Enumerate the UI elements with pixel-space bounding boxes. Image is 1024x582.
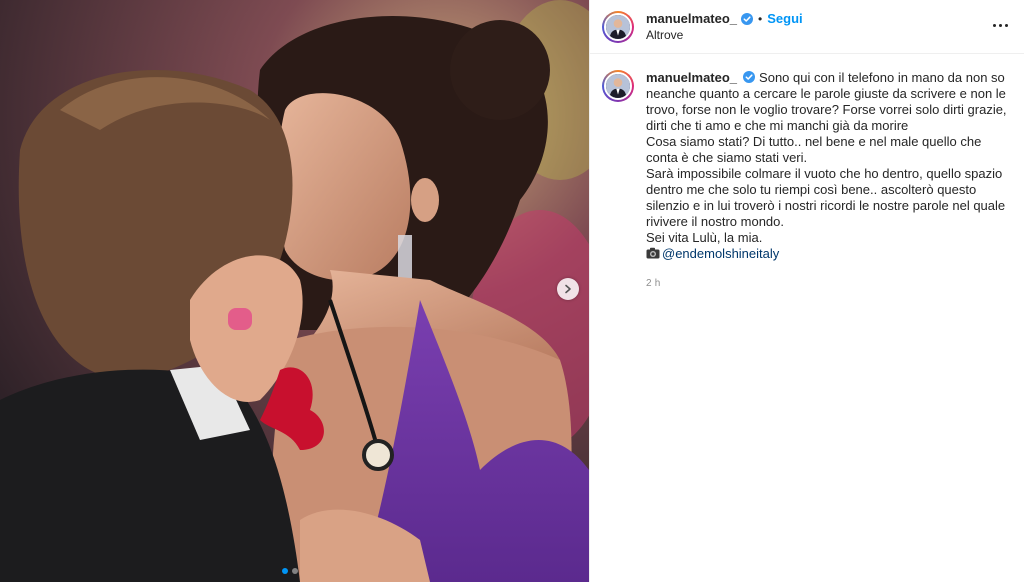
- location-link[interactable]: Altrove: [646, 28, 803, 42]
- caption-block: manuelmateo_ Sono qui con il telefono in …: [590, 54, 1024, 292]
- profile-picture: [606, 14, 630, 39]
- caption-line: Sei vita Lulù, la mia.: [646, 230, 763, 245]
- more-options-icon[interactable]: [988, 13, 1012, 37]
- caption-avatar[interactable]: [602, 70, 634, 102]
- avatar[interactable]: [602, 10, 634, 43]
- verified-badge-icon: [741, 12, 754, 25]
- caption-line: Cosa siamo stati? Di tutto.. nel bene e …: [646, 134, 982, 165]
- credit-mention-link[interactable]: @endemolshineitaly: [662, 246, 779, 261]
- carousel-dot: [292, 568, 298, 574]
- photo-credit: @endemolshineitaly: [646, 246, 1012, 262]
- post-timestamp[interactable]: 2 h: [646, 276, 1012, 292]
- chevron-right-icon: [565, 284, 571, 294]
- follow-button[interactable]: Segui: [767, 11, 802, 26]
- post-photo: [0, 0, 589, 582]
- post-header: manuelmateo_ • Segui Altrove: [590, 0, 1024, 54]
- carousel-dot-active: [282, 568, 288, 574]
- caption-line: Sarà impossibile colmare il vuoto che ho…: [646, 166, 1006, 229]
- verified-badge-icon: [743, 71, 756, 83]
- camera-emoji-icon: [646, 247, 660, 259]
- separator-bullet: •: [758, 11, 763, 26]
- carousel-indicator: [282, 568, 298, 574]
- caption-line: manuelmateo_ Sono qui con il telefono in …: [646, 70, 1007, 133]
- profile-picture: [606, 74, 630, 98]
- header-username[interactable]: manuelmateo_: [646, 11, 737, 26]
- caption-username[interactable]: manuelmateo_: [646, 70, 737, 85]
- post-media[interactable]: [0, 0, 589, 582]
- caption-text: manuelmateo_ Sono qui con il telefono in …: [646, 70, 1012, 292]
- post-side-panel: manuelmateo_ • Segui Altrove manuelmateo…: [589, 0, 1024, 582]
- carousel-next-button[interactable]: [557, 278, 579, 300]
